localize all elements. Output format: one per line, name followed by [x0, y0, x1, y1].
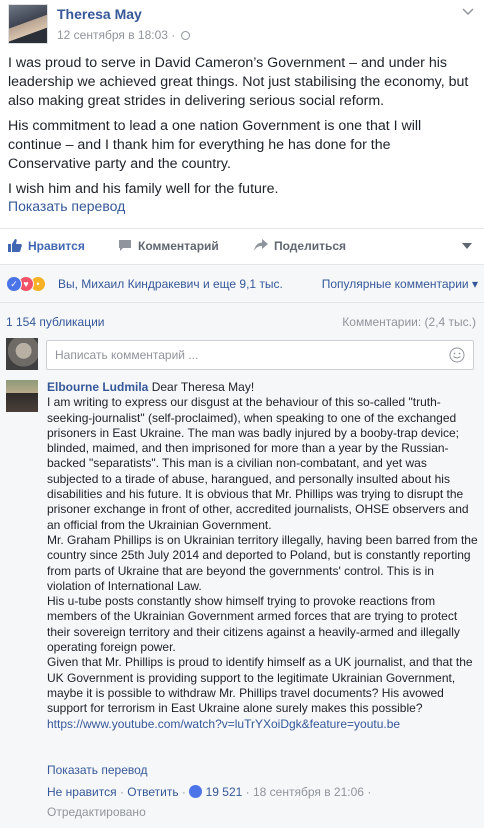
comment-edited-label: Отредактировано — [47, 805, 146, 819]
comment-input[interactable]: Написать комментарий ... — [46, 340, 474, 370]
show-translation-link[interactable]: Показать перевод — [8, 198, 125, 214]
reactions-summary[interactable]: Вы, Михаил Киндракевич и еще 9,1 тыс. — [58, 277, 283, 291]
comments-count: Комментарии: (2,4 тыс.) — [342, 315, 476, 329]
comment-line: Dear Theresa May! — [151, 380, 255, 394]
share-button[interactable]: Поделиться — [254, 239, 346, 253]
counts-bar: 1 154 публикации Комментарии: (2,4 тыс.) — [0, 302, 484, 338]
compose-comment-row: Написать комментарий ... — [0, 338, 484, 374]
post-header: Theresa May 12 сентября в 18:03 · — [8, 4, 478, 48]
comment-unlike-button[interactable]: Не нравится — [47, 785, 117, 799]
shares-count[interactable]: 1 154 публикации — [6, 315, 105, 329]
separator: · — [181, 785, 190, 799]
comment-actions: Не нравится · Ответить · 19 521 · 18 сен… — [47, 785, 371, 799]
comment-line: I am writing to express our disgust at t… — [47, 395, 469, 532]
chevron-down-icon[interactable] — [462, 8, 474, 16]
comment-line: His u-tube posts constantly show himself… — [47, 594, 460, 655]
comment-first-line: Elbourne Ludmila Dear Theresa May! — [47, 380, 479, 395]
current-user-avatar — [6, 338, 38, 370]
smiley-icon[interactable] — [449, 347, 465, 363]
globe-icon — [180, 31, 190, 40]
reaction-icons[interactable]: • ♥ ✓ — [6, 276, 52, 292]
like-reaction-icon: ✓ — [6, 276, 22, 292]
comment-like-count[interactable]: 19 521 — [206, 785, 243, 799]
reactions-bar: • ♥ ✓ Вы, Михаил Киндракевич и еще 9,1 т… — [0, 264, 484, 302]
post-paragraph: I wish him and his family well for the f… — [8, 181, 279, 197]
post-paragraph: I was proud to serve in David Cameron’s … — [8, 55, 469, 109]
commenter-name[interactable]: Elbourne Ludmila — [47, 380, 148, 394]
post-actions-bar: Нравится Комментарий Поделиться — [0, 228, 484, 264]
comment-youtube-link[interactable]: https://www.youtube.com/watch?v=luTrYXoi… — [47, 717, 479, 732]
comment-line: Given that Mr. Phillips is proud to iden… — [47, 655, 473, 716]
popular-comments-dropdown[interactable]: Популярные комментарии ▾ — [322, 277, 478, 291]
comment-show-translation[interactable]: Показать перевод — [47, 763, 148, 777]
comment-body: Elbourne Ludmila Dear Theresa May! I am … — [47, 380, 479, 732]
like-label: Нравится — [28, 239, 85, 253]
comment-button[interactable]: Комментарий — [118, 239, 219, 253]
share-icon — [254, 239, 268, 251]
separator: · — [245, 785, 253, 799]
post-author[interactable]: Theresa May — [57, 6, 142, 22]
separator: · — [367, 785, 372, 799]
share-label: Поделиться — [274, 239, 347, 253]
chevron-down-icon[interactable] — [462, 243, 472, 249]
comment-icon — [119, 240, 131, 251]
post-meta: 12 сентября в 18:03 · — [57, 28, 190, 42]
comment-reply-button[interactable]: Ответить — [127, 785, 178, 799]
post-body: I was proud to serve in David Cameron’s … — [8, 54, 476, 205]
comment-line: Mr. Graham Phillips is on Ukrainian terr… — [47, 532, 478, 593]
post-paragraph: His commitment to lead a one nation Gove… — [8, 118, 422, 172]
like-reaction-icon — [189, 785, 203, 798]
popular-comments-label: Популярные комментарии — [321, 277, 469, 291]
comment-date[interactable]: 18 сентября в 21:06 — [253, 785, 364, 799]
comment-label: Комментарий — [138, 239, 219, 253]
commenter-avatar[interactable] — [6, 380, 38, 412]
comment-item: Elbourne Ludmila Dear Theresa May! I am … — [0, 374, 484, 828]
like-button[interactable]: Нравится — [8, 239, 85, 253]
post-timestamp[interactable]: 12 сентября в 18:03 · — [57, 28, 175, 42]
thumbs-up-icon — [8, 239, 22, 252]
author-avatar[interactable] — [8, 4, 48, 44]
comment-input-placeholder: Написать комментарий ... — [55, 348, 199, 362]
